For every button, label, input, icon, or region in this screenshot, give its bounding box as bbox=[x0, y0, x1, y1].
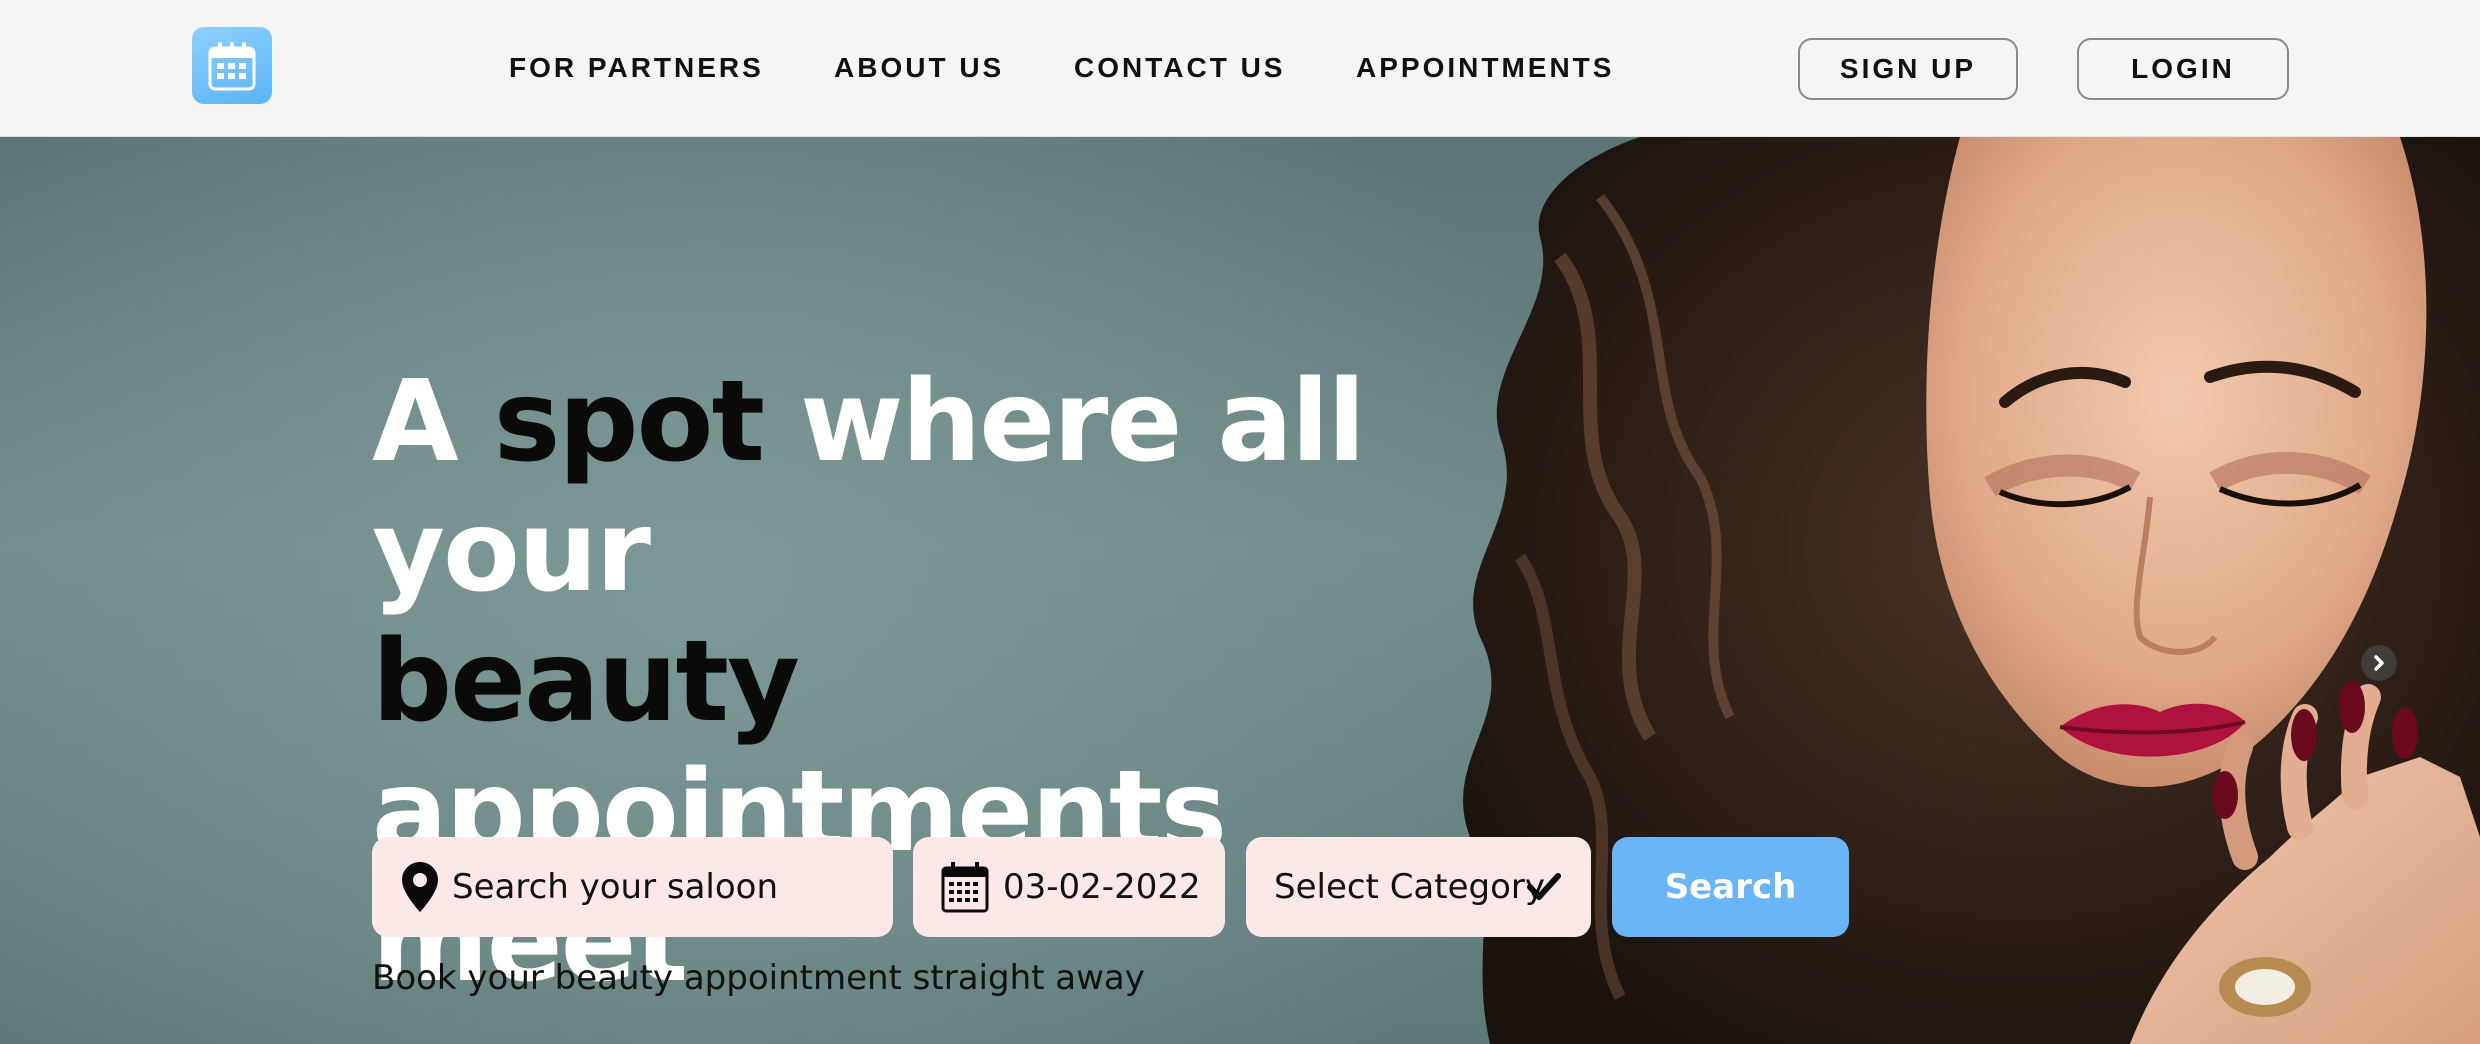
nav-appointments[interactable]: APPOINTMENTS bbox=[1356, 48, 1614, 88]
category-value: Select Category bbox=[1274, 867, 1546, 907]
checkmark-icon bbox=[1527, 871, 1561, 911]
search-button[interactable]: Search bbox=[1612, 837, 1849, 937]
nav-about-us[interactable]: ABOUT US bbox=[834, 48, 1004, 88]
hero-tagline: Book your beauty appointment straight aw… bbox=[372, 958, 1145, 998]
headline-line-1: A spot where all your bbox=[372, 357, 1622, 617]
map-pin-icon bbox=[402, 862, 438, 912]
headline-word: A bbox=[372, 357, 459, 487]
saloon-search-placeholder: Search your saloon bbox=[452, 867, 779, 907]
chevron-right-icon[interactable] bbox=[2361, 645, 2397, 681]
saloon-search-input[interactable]: Search your saloon bbox=[372, 837, 893, 937]
date-picker-field[interactable]: 03-02-2022 bbox=[913, 837, 1225, 937]
login-button[interactable]: LOGIN bbox=[2077, 38, 2289, 100]
calendar-logo-icon[interactable] bbox=[192, 27, 272, 104]
nav-contact-us[interactable]: CONTACT US bbox=[1074, 48, 1285, 88]
hero-banner: A spot where all your beauty appointment… bbox=[0, 137, 2480, 1044]
headline-word: spot bbox=[493, 357, 765, 487]
category-select[interactable]: Select Category bbox=[1246, 837, 1591, 937]
nav-for-partners[interactable]: FOR PARTNERS bbox=[509, 48, 764, 88]
date-value: 03-02-2022 bbox=[1003, 867, 1201, 907]
headline-word: beauty bbox=[372, 617, 800, 747]
calendar-icon bbox=[941, 861, 989, 913]
site-header: FOR PARTNERS ABOUT US CONTACT US APPOINT… bbox=[0, 0, 2480, 137]
signup-button[interactable]: SIGN UP bbox=[1798, 38, 2018, 100]
